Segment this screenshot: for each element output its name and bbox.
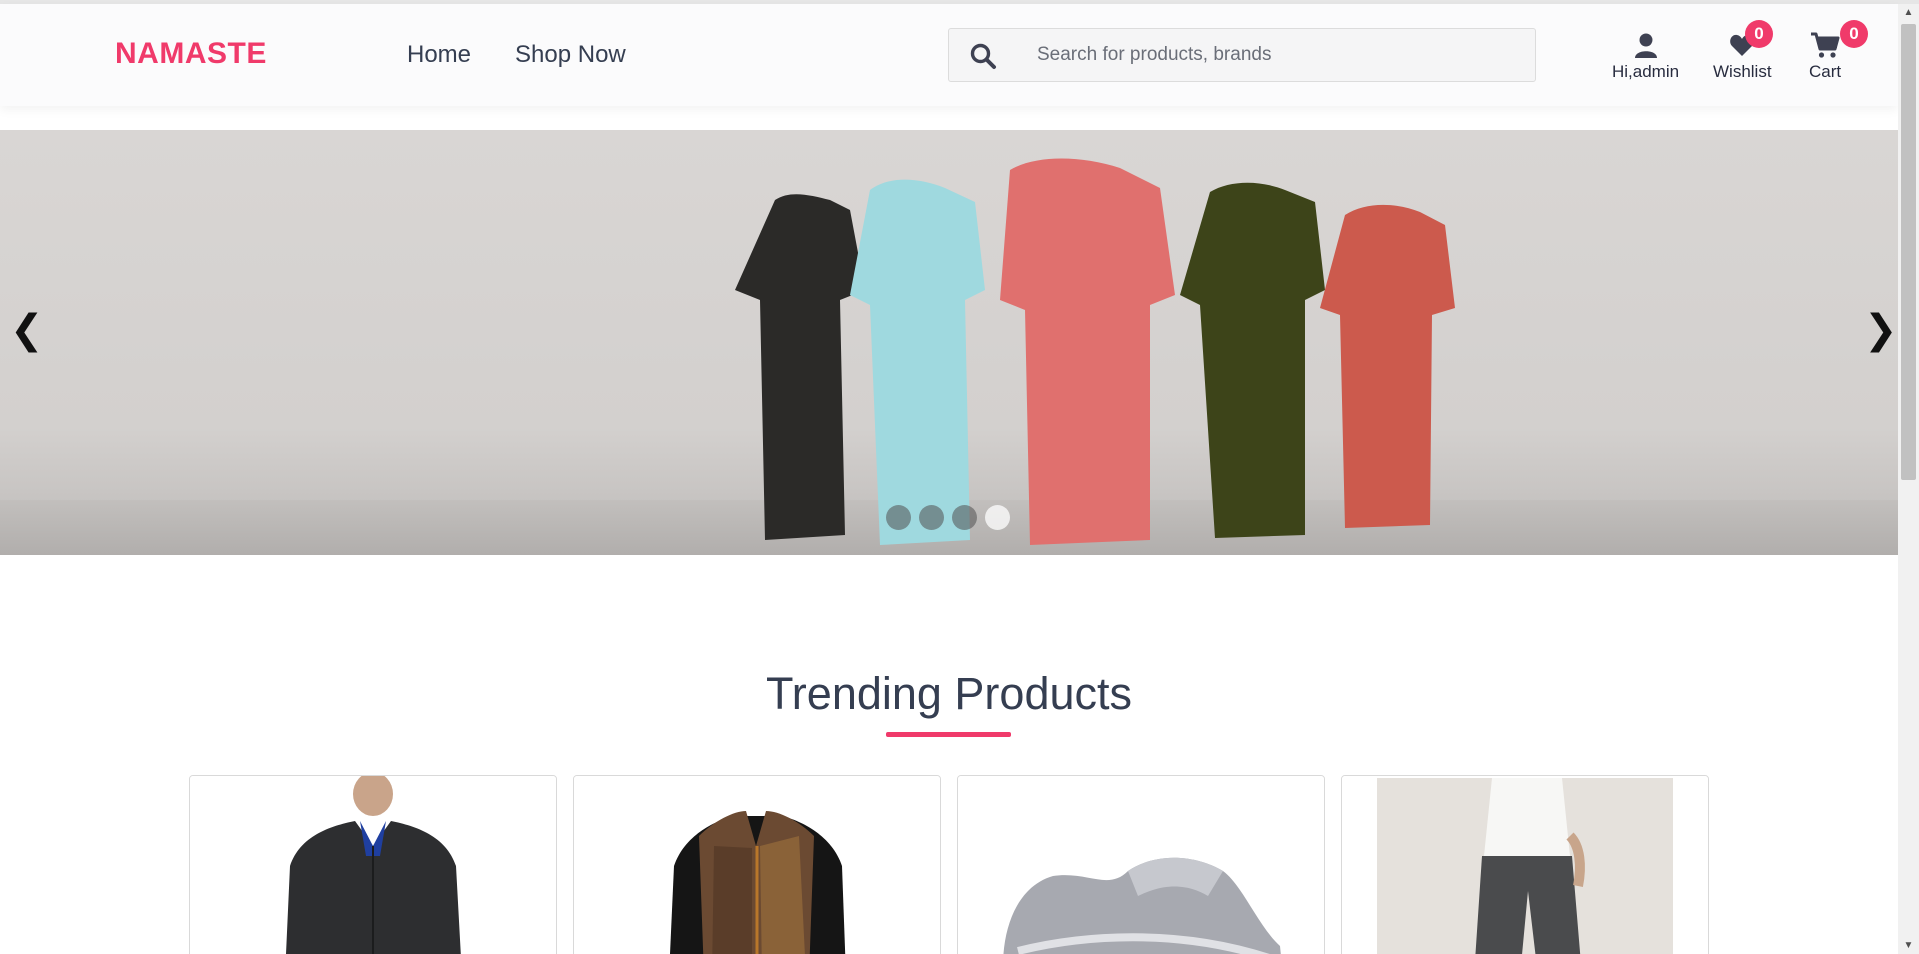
carousel-dot[interactable]: [886, 505, 911, 530]
carousel-dot[interactable]: [952, 505, 977, 530]
search-input[interactable]: [1035, 29, 1525, 81]
cart-icon: [1811, 32, 1840, 58]
carousel-prev-arrow[interactable]: ❮: [10, 310, 44, 350]
wishlist-count-badge: 0: [1745, 20, 1773, 48]
profile-label: Hi,admin: [1612, 62, 1680, 81]
wishlist-button[interactable]: Wishlist 0: [1713, 20, 1773, 82]
page-scrollbar[interactable]: ▲ ▼: [1898, 4, 1919, 954]
nav-home-link[interactable]: Home: [407, 41, 471, 69]
shirt-image: [1320, 204, 1455, 529]
product-image: [1342, 776, 1708, 954]
profile-button[interactable]: Hi,admin: [1612, 30, 1679, 82]
hero-carousel: ❮ ❯: [0, 130, 1898, 555]
search-bar: [948, 28, 1536, 82]
shirt-image: [735, 194, 865, 540]
search-icon[interactable]: [969, 42, 997, 70]
carousel-dot[interactable]: [919, 505, 944, 530]
cart-button[interactable]: Cart 0: [1809, 20, 1868, 82]
shirt-image: [1000, 158, 1175, 545]
carousel-next-arrow[interactable]: ❯: [1864, 310, 1898, 350]
product-card[interactable]: [957, 775, 1325, 954]
product-image: [958, 776, 1324, 954]
product-image: [574, 776, 940, 954]
shirt-image: [850, 179, 985, 545]
product-card[interactable]: [1341, 775, 1709, 954]
carousel-indicators: [886, 505, 1010, 530]
product-card[interactable]: [189, 775, 557, 954]
scroll-thumb[interactable]: [1901, 24, 1916, 480]
shirt-image: [1180, 182, 1325, 538]
main-nav: Home Shop Now: [407, 41, 626, 69]
brand-logo[interactable]: NAMASTE: [115, 37, 267, 71]
product-card[interactable]: [573, 775, 941, 954]
nav-shop-now-link[interactable]: Shop Now: [515, 41, 626, 69]
site-header: NAMASTE Home Shop Now Hi,admin Wi: [0, 4, 1898, 106]
hero-banner-image: [735, 158, 1455, 545]
carousel-dot[interactable]: [985, 505, 1010, 530]
title-underline: [886, 732, 1011, 737]
trending-title: Trending Products: [765, 668, 1133, 719]
user-icon: [1634, 33, 1657, 58]
page: NAMASTE Home Shop Now Hi,admin Wi: [0, 0, 1919, 954]
scroll-down-arrow[interactable]: ▼: [1898, 937, 1919, 954]
cart-label: Cart: [1809, 62, 1842, 81]
scroll-up-arrow[interactable]: ▲: [1898, 4, 1919, 21]
cart-count-badge: 0: [1840, 20, 1868, 48]
wishlist-label: Wishlist: [1713, 62, 1772, 81]
product-image: [190, 776, 556, 954]
